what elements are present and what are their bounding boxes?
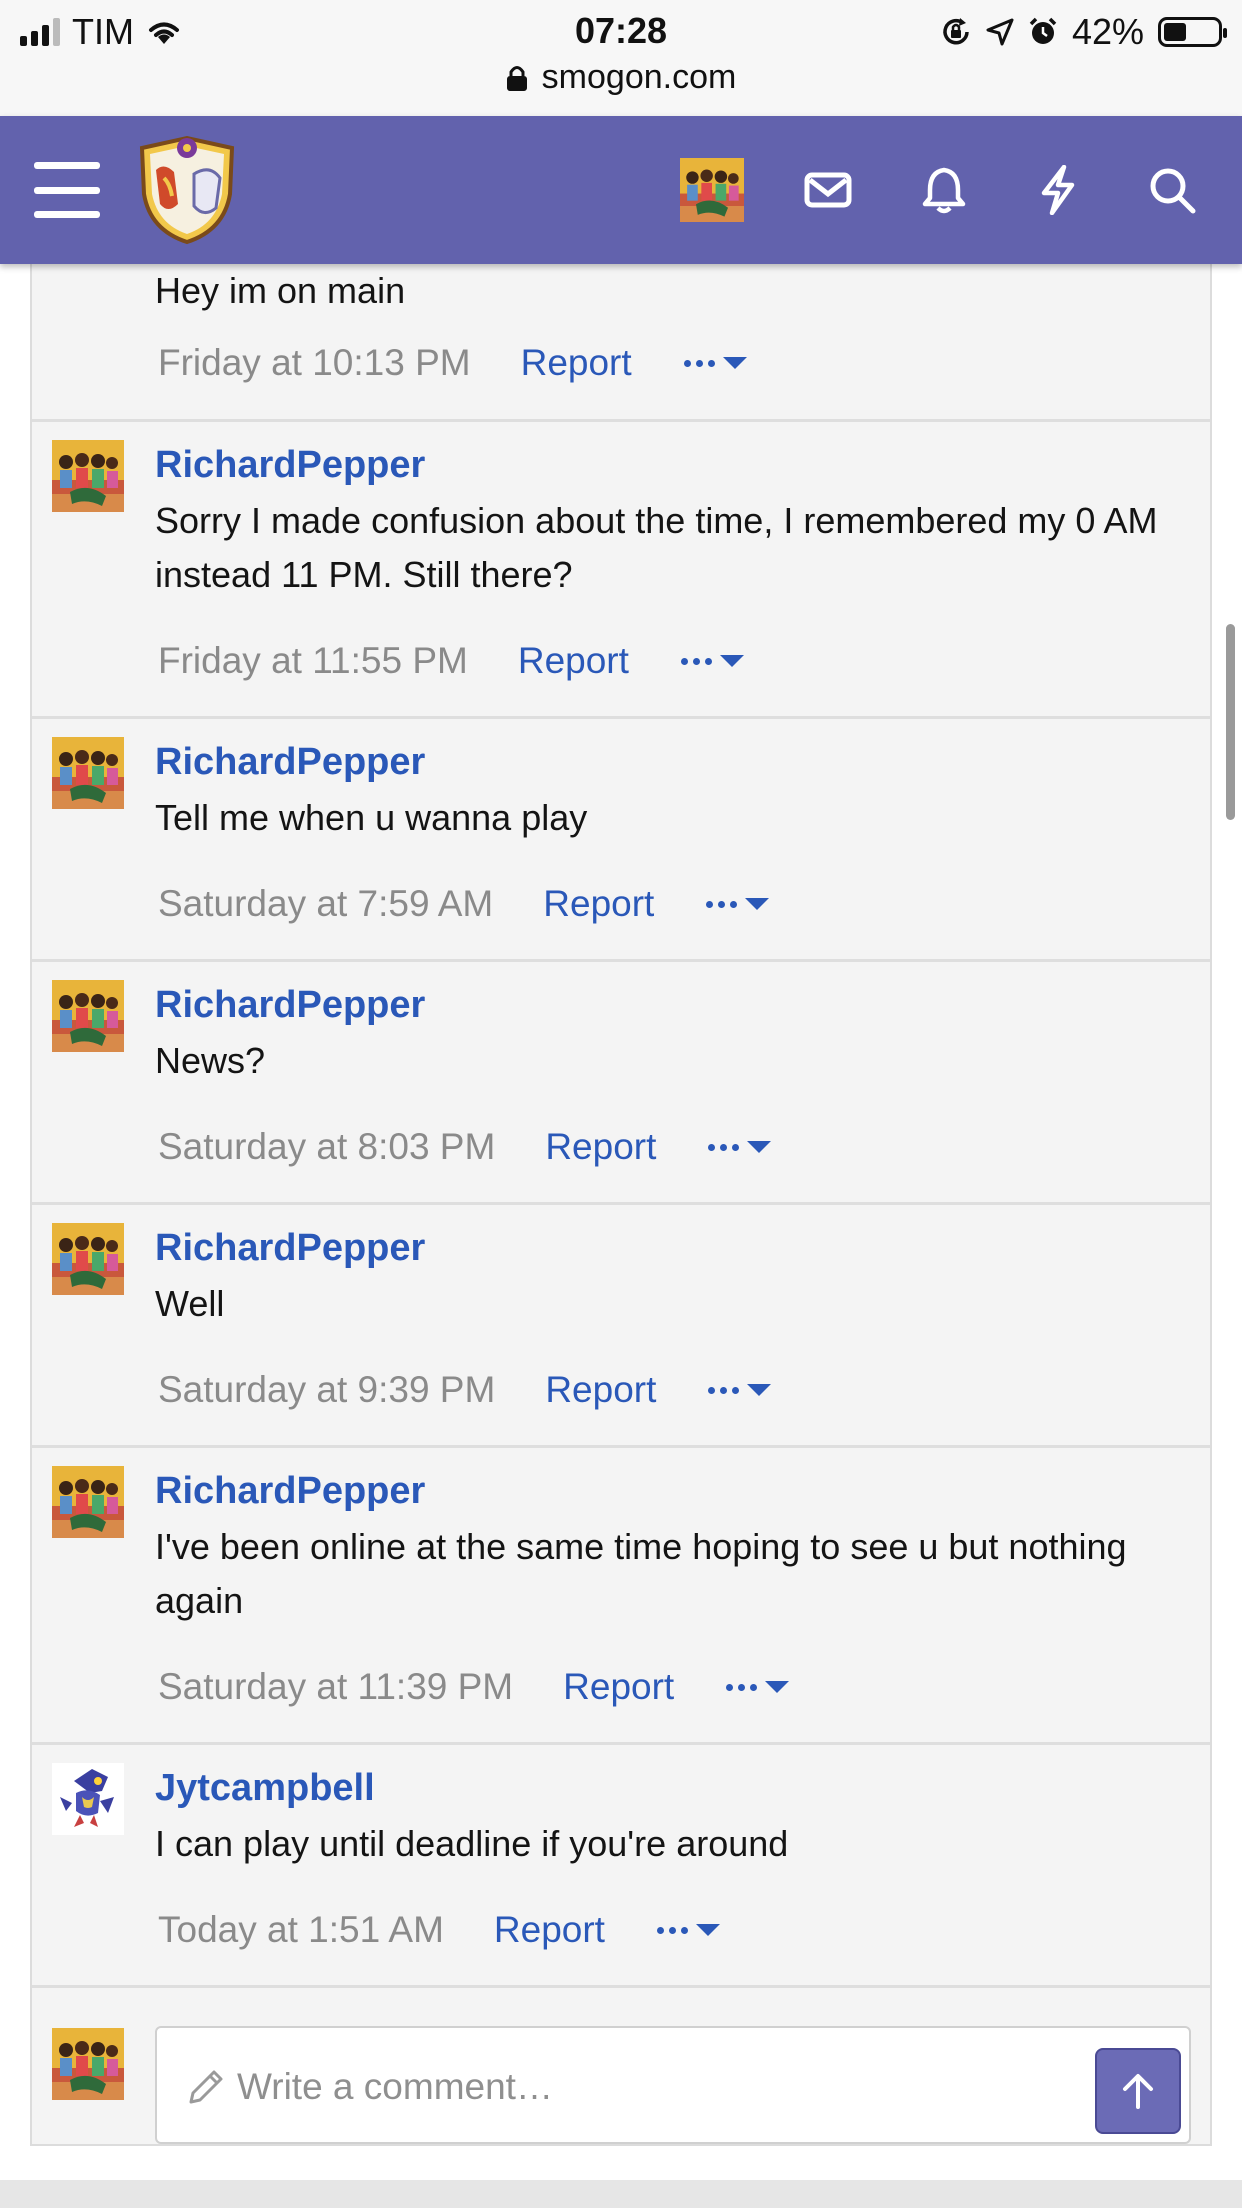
location-icon (986, 18, 1014, 46)
page-footer-edge (0, 2180, 1242, 2208)
menu-icon[interactable] (34, 162, 100, 218)
report-link[interactable]: Report (494, 1909, 605, 1951)
more-options-icon[interactable] (726, 1681, 790, 1693)
url-text: smogon.com (541, 58, 737, 96)
message-author[interactable]: RichardPepper (155, 741, 425, 784)
more-options-icon[interactable] (706, 898, 770, 910)
lock-icon (506, 65, 527, 91)
message-time: Saturday at 7:59 AM (158, 883, 494, 924)
comment-input[interactable]: Write a comment… (155, 2026, 1191, 2144)
message-text: Well (155, 1283, 225, 1324)
report-link[interactable]: Report (545, 1126, 656, 1168)
avatar[interactable] (52, 980, 124, 1052)
pencil-icon (189, 2070, 223, 2104)
more-options-icon[interactable] (708, 1384, 772, 1396)
message-text: I can play until deadline if you're arou… (155, 1823, 789, 1864)
orientation-lock-icon (943, 18, 969, 45)
more-options-icon[interactable] (708, 1141, 772, 1153)
search-icon[interactable] (1144, 160, 1200, 220)
report-link[interactable]: Report (521, 342, 632, 384)
app-header (0, 116, 1242, 264)
report-link[interactable]: Report (543, 883, 654, 925)
message-item: Jytcampbell I can play until deadline if… (32, 1745, 1210, 1988)
conversation-thread: Hey im on main Friday at 10:13 PM Report… (30, 264, 1212, 2146)
message-text: News? (155, 1040, 266, 1081)
message-time: Saturday at 11:39 PM (158, 1666, 514, 1707)
message-meta: Today at 1:51 AM Report (158, 1909, 720, 1951)
message-meta: Saturday at 8:03 PM Report (158, 1126, 772, 1168)
message-meta: Saturday at 7:59 AM Report (158, 883, 770, 925)
inbox-icon[interactable] (800, 160, 856, 220)
message-item: RichardPepper Sorry I made confusion abo… (32, 422, 1210, 719)
avatar[interactable] (52, 1223, 124, 1295)
avatar[interactable] (52, 440, 124, 512)
status-bar: TIM 07:28 42% smogon.com (0, 0, 1242, 116)
message-text: Tell me when u wanna play (155, 797, 588, 838)
report-link[interactable]: Report (545, 1369, 656, 1411)
message-time: Friday at 11:55 PM (158, 640, 468, 681)
avatar[interactable] (52, 737, 124, 809)
message-text: I've been online at the same time hoping… (155, 1526, 1127, 1621)
site-logo[interactable] (134, 134, 240, 246)
message-item: Hey im on main Friday at 10:13 PM Report (32, 264, 1210, 422)
message-meta: Friday at 11:55 PM Report (158, 640, 744, 682)
bell-icon[interactable] (916, 160, 972, 220)
battery-icon (1158, 17, 1227, 47)
alarm-icon (1029, 17, 1057, 44)
user-avatar[interactable] (680, 158, 744, 222)
comment-placeholder: Write a comment… (237, 2066, 553, 2107)
more-options-icon[interactable] (656, 1924, 720, 1936)
message-item: RichardPepper Well Saturday at 9:39 PM R… (32, 1205, 1210, 1448)
status-right: 42% (940, 11, 1227, 52)
report-link[interactable]: Report (563, 1666, 674, 1708)
message-time: Saturday at 8:03 PM (158, 1126, 496, 1167)
message-item: RichardPepper I've been online at the sa… (32, 1448, 1210, 1745)
message-text: Sorry I made confusion about the time, I… (155, 500, 1158, 595)
lightning-icon[interactable] (1030, 160, 1086, 220)
battery-level (1164, 23, 1186, 41)
message-meta: Friday at 10:13 PM Report (158, 342, 747, 384)
arrow-up-icon (1123, 2074, 1153, 2109)
message-time: Today at 1:51 AM (158, 1909, 444, 1950)
message-author[interactable]: Jytcampbell (155, 1767, 375, 1810)
message-author[interactable]: RichardPepper (155, 1470, 425, 1513)
scrollbar[interactable] (1226, 624, 1235, 820)
message-meta: Saturday at 9:39 PM Report (158, 1369, 772, 1411)
message-meta: Saturday at 11:39 PM Report (158, 1666, 790, 1708)
battery-percent: 42% (1071, 11, 1144, 52)
avatar[interactable] (52, 1763, 124, 1835)
avatar (52, 2028, 124, 2100)
message-text: Hey im on main (155, 270, 406, 311)
report-link[interactable]: Report (518, 640, 629, 682)
message-author[interactable]: RichardPepper (155, 444, 425, 487)
message-item: RichardPepper News? Saturday at 8:03 PM … (32, 962, 1210, 1205)
message-author[interactable]: RichardPepper (155, 984, 425, 1027)
message-time: Saturday at 9:39 PM (158, 1369, 496, 1410)
send-button[interactable] (1095, 2048, 1181, 2134)
reply-composer: Write a comment… (32, 2004, 1210, 2144)
avatar[interactable] (52, 1466, 124, 1538)
address-bar[interactable]: smogon.com (0, 58, 1242, 97)
more-options-icon[interactable] (680, 655, 744, 667)
more-options-icon[interactable] (683, 357, 747, 369)
message-author[interactable]: RichardPepper (155, 1227, 425, 1270)
message-time: Friday at 10:13 PM (158, 342, 471, 383)
message-item: RichardPepper Tell me when u wanna play … (32, 719, 1210, 962)
